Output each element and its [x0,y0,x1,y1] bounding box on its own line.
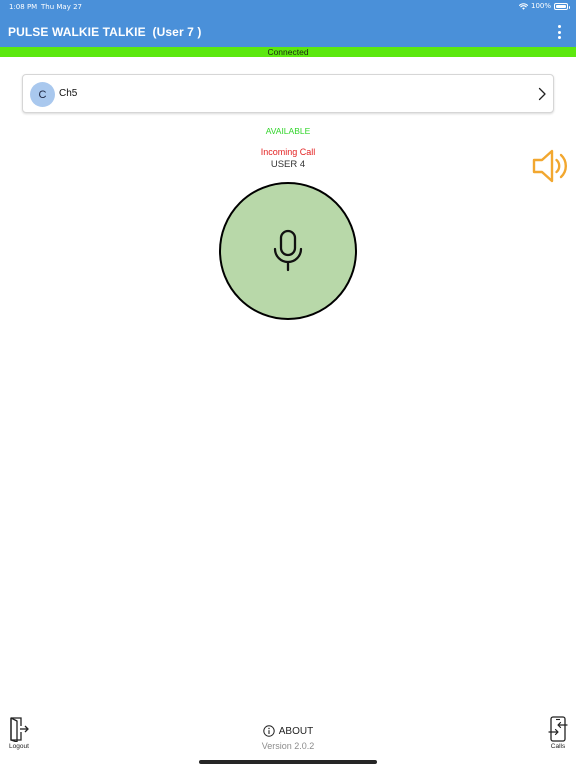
chevron-right-icon [538,87,546,101]
wifi-icon [518,2,528,10]
calls-label: Calls [550,743,566,750]
app-header: 1:08 PM Thu May 27 100% PULSE WALKIE TAL… [0,0,576,47]
microphone-icon [273,229,303,272]
status-date: Thu May 27 [41,3,82,11]
status-indicators: 100% [518,2,570,10]
info-icon [263,725,275,737]
status-time: 1:08 PM [9,3,38,11]
connection-status: Connected [0,47,576,57]
incoming-call-label: Incoming Call [260,147,316,157]
caller-name: USER 4 [270,159,306,170]
battery-icon [554,2,570,10]
push-to-talk-button[interactable] [219,182,357,320]
channel-name: Ch5 [59,88,78,99]
more-vertical-icon[interactable] [554,24,564,40]
speaker-volume-icon[interactable] [531,148,571,184]
version-label: Version 2.0.2 [261,741,315,751]
about-button[interactable]: ABOUT [0,725,576,737]
app-title: PULSE WALKIE TALKIE (User 7 ) [8,25,202,39]
calls-button[interactable]: Calls [543,716,573,756]
about-label: ABOUT [278,725,314,737]
calls-phone-icon [548,716,568,742]
channel-avatar: C [30,82,55,107]
channel-selector[interactable]: C Ch5 [22,74,554,113]
availability-status: AVAILABLE [265,126,311,136]
battery-percent: 100% [530,2,551,10]
home-indicator [199,760,377,764]
